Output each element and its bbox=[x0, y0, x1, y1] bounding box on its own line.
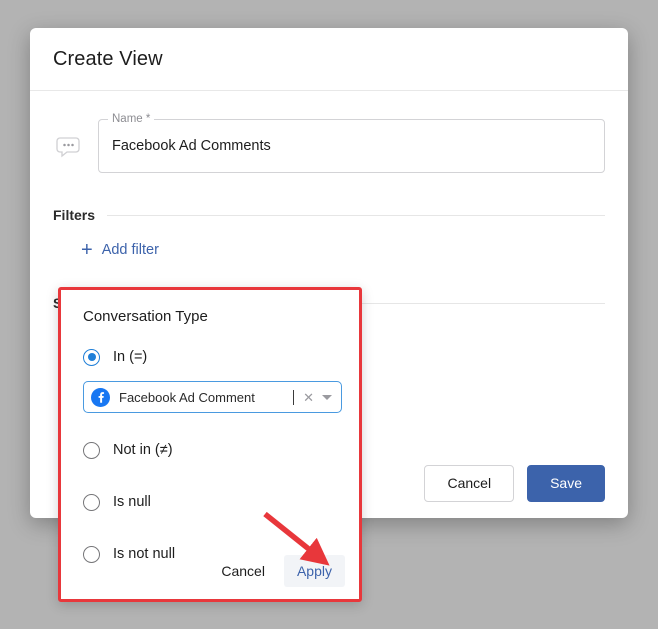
filter-editor-popup: Conversation Type In (=) Facebook Ad Com… bbox=[58, 287, 362, 602]
filter-option-label: Is null bbox=[113, 494, 151, 510]
chevron-down-icon[interactable] bbox=[322, 395, 332, 400]
name-field-label: Name * bbox=[108, 113, 154, 126]
filter-popup-footer: Cancel Apply bbox=[61, 543, 359, 599]
filter-value-select[interactable]: Facebook Ad Comment ✕ bbox=[83, 381, 342, 413]
add-filter-button[interactable]: + Add filter bbox=[81, 242, 159, 258]
page-title: Create View bbox=[53, 48, 163, 71]
filter-popup-title: Conversation Type bbox=[83, 308, 359, 325]
section-divider bbox=[107, 215, 605, 216]
radio-icon[interactable] bbox=[83, 494, 100, 511]
name-field-value: Facebook Ad Comments bbox=[99, 138, 284, 154]
popup-cancel-button[interactable]: Cancel bbox=[208, 555, 278, 587]
plus-icon: + bbox=[81, 243, 93, 257]
close-x-icon[interactable]: ✕ bbox=[303, 391, 314, 404]
filter-option-not-in[interactable]: Not in (≠) bbox=[83, 435, 359, 465]
text-cursor bbox=[293, 390, 294, 405]
save-button[interactable]: Save bbox=[527, 465, 605, 502]
modal-header: Create View bbox=[30, 28, 628, 91]
popup-apply-button[interactable]: Apply bbox=[284, 555, 345, 587]
facebook-icon bbox=[91, 388, 110, 407]
name-input[interactable]: Name * Facebook Ad Comments bbox=[98, 119, 605, 173]
add-filter-label: Add filter bbox=[102, 242, 159, 258]
cancel-button[interactable]: Cancel bbox=[424, 465, 514, 502]
radio-icon[interactable] bbox=[83, 442, 100, 459]
radio-selected-icon[interactable] bbox=[83, 349, 100, 366]
filter-option-is-null[interactable]: Is null bbox=[83, 487, 359, 517]
filter-option-label: In (=) bbox=[113, 349, 147, 365]
name-row: Name * Facebook Ad Comments bbox=[53, 119, 605, 173]
filter-option-in[interactable]: In (=) bbox=[83, 342, 359, 372]
filter-value-text: Facebook Ad Comment bbox=[119, 390, 293, 405]
chat-bubble-dots-icon bbox=[53, 131, 83, 161]
filters-label: Filters bbox=[53, 207, 107, 223]
filter-option-label: Not in (≠) bbox=[113, 442, 173, 458]
filters-section-header: Filters bbox=[53, 207, 605, 223]
